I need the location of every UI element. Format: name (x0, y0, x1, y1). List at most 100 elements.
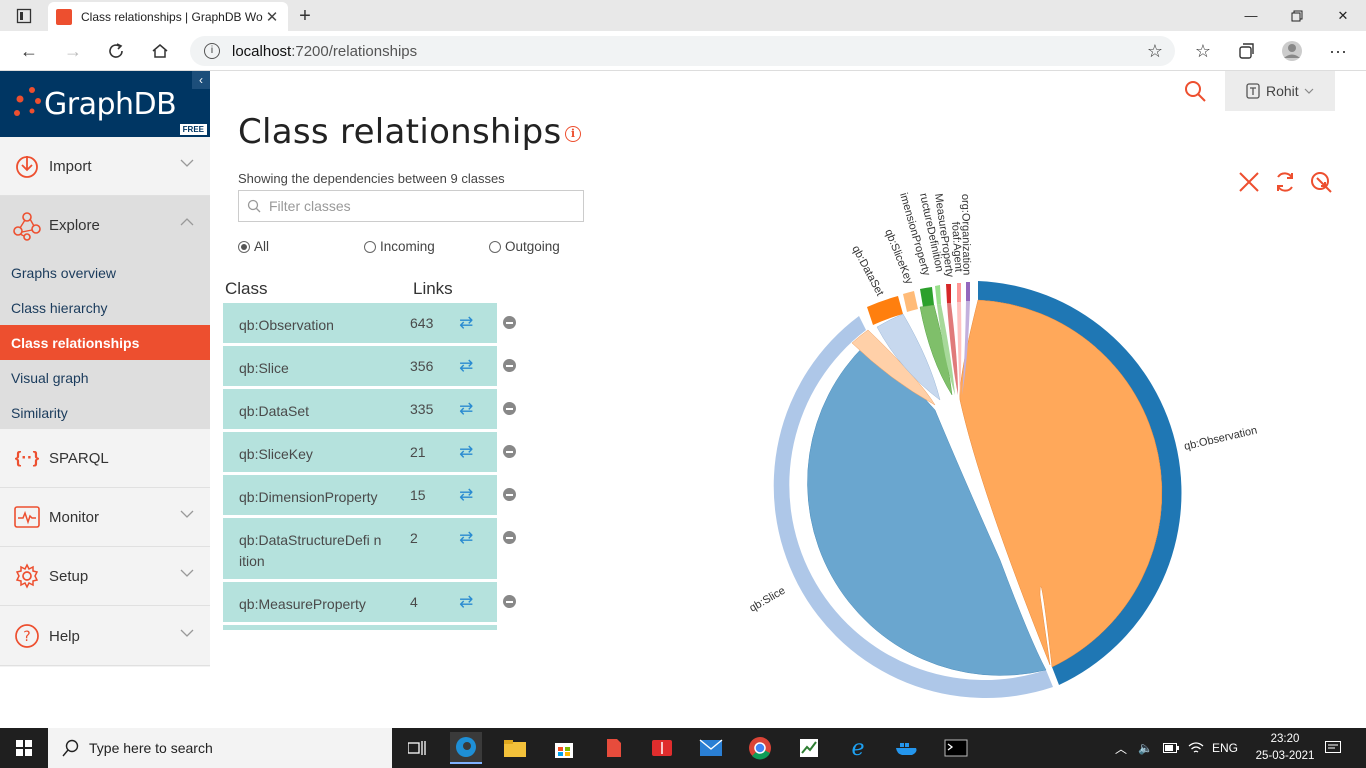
spreadsheet-icon[interactable] (793, 732, 825, 764)
page-title: Class relationships (238, 112, 562, 152)
arc-org-outer[interactable] (966, 281, 970, 301)
app-red-icon[interactable] (597, 732, 629, 764)
graphdb-logo[interactable]: GraphDB FREE ‹ (0, 71, 210, 137)
class-name: qb:DataSet (239, 403, 310, 419)
new-tab-button[interactable]: + (292, 4, 318, 28)
terminal-icon[interactable] (940, 732, 972, 764)
store-icon[interactable] (548, 732, 580, 764)
swap-direction-icon[interactable]: ⇄ (459, 313, 473, 333)
home-icon[interactable] (145, 37, 175, 65)
submenu-class-relationships[interactable]: Class relationships (0, 325, 210, 360)
user-name: Rohit (1266, 83, 1299, 99)
collections-icon[interactable] (1231, 37, 1261, 65)
battery-icon[interactable] (1163, 728, 1179, 768)
class-row[interactable]: qb:SliceKey 21 ⇄ (223, 432, 497, 472)
menu-import[interactable]: Import (0, 137, 210, 196)
swap-direction-icon[interactable]: ⇄ (459, 442, 473, 462)
class-row-partial (223, 625, 497, 630)
clock-date: 25-03-2021 (1255, 750, 1315, 762)
radio-all[interactable]: All (238, 239, 269, 254)
menu-help[interactable]: ? Help (0, 607, 210, 666)
wifi-icon[interactable] (1188, 728, 1204, 768)
remove-class-button[interactable] (503, 402, 516, 415)
notifications-icon[interactable] (1325, 728, 1341, 768)
sidebar: GraphDB FREE ‹ Import Explore Graphs ove… (0, 71, 210, 667)
class-row[interactable]: qb:DataStructureDefi nition 2 ⇄ (223, 518, 497, 579)
back-icon[interactable]: ← (14, 37, 44, 65)
swap-direction-icon[interactable]: ⇄ (459, 399, 473, 419)
menu-sparql[interactable]: {··} SPARQL (0, 429, 210, 488)
label-observation: qb:Observation (1183, 424, 1258, 452)
menu-explore[interactable]: Explore (0, 196, 210, 255)
more-menu-icon[interactable]: ··· (1323, 37, 1353, 65)
tab-actions-icon[interactable] (10, 6, 38, 26)
arc-slicekey-outer[interactable] (903, 291, 918, 312)
forward-icon[interactable]: → (58, 37, 88, 65)
remove-class-button[interactable] (503, 445, 516, 458)
swap-direction-icon[interactable]: ⇄ (459, 356, 473, 376)
collapse-sidebar-button[interactable]: ‹ (192, 71, 210, 89)
menu-monitor[interactable]: Monitor (0, 488, 210, 547)
class-row[interactable]: qb:DataSet 335 ⇄ (223, 389, 497, 429)
arc-measure-outer[interactable] (946, 283, 951, 303)
browser-tab[interactable]: Class relationships | GraphDB Wo ✕ (48, 2, 288, 31)
user-menu-button[interactable]: Rohit (1225, 71, 1335, 111)
refresh-icon[interactable] (101, 37, 131, 65)
swap-direction-icon[interactable]: ⇄ (459, 592, 473, 612)
submenu-similarity[interactable]: Similarity (0, 395, 210, 430)
minimize-button[interactable]: — (1228, 0, 1274, 31)
swap-direction-icon[interactable]: ⇄ (459, 528, 473, 548)
taskbar-clock[interactable]: 23:20 25-03-2021 (1255, 731, 1315, 765)
class-row[interactable]: qb:Slice 356 ⇄ (223, 346, 497, 386)
mail-icon[interactable] (695, 732, 727, 764)
link-count: 2 (410, 530, 418, 546)
docker-icon[interactable] (891, 732, 923, 764)
arc-dimension-outer[interactable] (920, 287, 934, 307)
column-header-links: Links (413, 279, 453, 298)
filter-classes-input[interactable]: Filter classes (238, 190, 584, 222)
submenu-class-hierarchy[interactable]: Class hierarchy (0, 290, 210, 325)
chord-diagram[interactable]: qb:Observation qb:Slice qb:DataSet qb:Sl… (680, 180, 1280, 720)
menu-setup[interactable]: Setup (0, 547, 210, 606)
info-icon[interactable]: i (565, 126, 581, 142)
maximize-button[interactable] (1274, 0, 1320, 31)
favorite-star-icon[interactable]: ☆ (1140, 37, 1170, 65)
class-name: qb:MeasureProperty (239, 596, 366, 612)
file-explorer-icon[interactable] (499, 732, 531, 764)
taskbar-search[interactable]: Type here to search (48, 728, 392, 768)
arc-structure-outer[interactable] (935, 285, 941, 305)
favorites-icon[interactable]: ☆ (1188, 37, 1218, 65)
swap-direction-icon[interactable]: ⇄ (459, 485, 473, 505)
site-info-icon[interactable]: i (204, 43, 220, 59)
profile-avatar-icon[interactable] (1277, 37, 1307, 65)
show-hidden-icons-chevron[interactable]: ︿ (1115, 728, 1127, 768)
remove-class-button[interactable] (503, 531, 516, 544)
explore-submenu: Graphs overview Class hierarchy Class re… (0, 255, 210, 429)
submenu-visual-graph[interactable]: Visual graph (0, 360, 210, 395)
filter-placeholder: Filter classes (269, 198, 351, 214)
edge-taskbar-icon[interactable] (450, 732, 482, 764)
ie-icon[interactable]: e (842, 732, 874, 764)
remove-class-button[interactable] (503, 595, 516, 608)
close-window-button[interactable]: ✕ (1320, 0, 1366, 31)
url-field[interactable]: i localhost:7200/relationships (190, 36, 1175, 66)
remove-class-button[interactable] (503, 488, 516, 501)
remove-class-button[interactable] (503, 316, 516, 329)
book-icon[interactable] (646, 732, 678, 764)
submenu-graphs-overview[interactable]: Graphs overview (0, 255, 210, 290)
search-icon[interactable] (1183, 79, 1207, 103)
class-row[interactable]: qb:Observation 643 ⇄ (223, 303, 497, 343)
task-view-icon[interactable] (401, 732, 433, 764)
language-indicator[interactable]: ENG (1212, 728, 1238, 768)
arc-agent-outer[interactable] (957, 282, 961, 302)
radio-incoming[interactable]: Incoming (364, 239, 435, 254)
class-row[interactable]: qb:DimensionProperty 15 ⇄ (223, 475, 497, 515)
tab-close-icon[interactable]: ✕ (264, 8, 280, 26)
remove-class-button[interactable] (503, 359, 516, 372)
radio-outgoing[interactable]: Outgoing (489, 239, 560, 254)
export-icon[interactable] (1309, 170, 1333, 194)
volume-icon[interactable]: 🔈 (1138, 728, 1153, 768)
chrome-icon[interactable] (744, 732, 776, 764)
class-row[interactable]: qb:MeasureProperty 4 ⇄ (223, 582, 497, 622)
windows-start-icon[interactable] (0, 728, 48, 768)
